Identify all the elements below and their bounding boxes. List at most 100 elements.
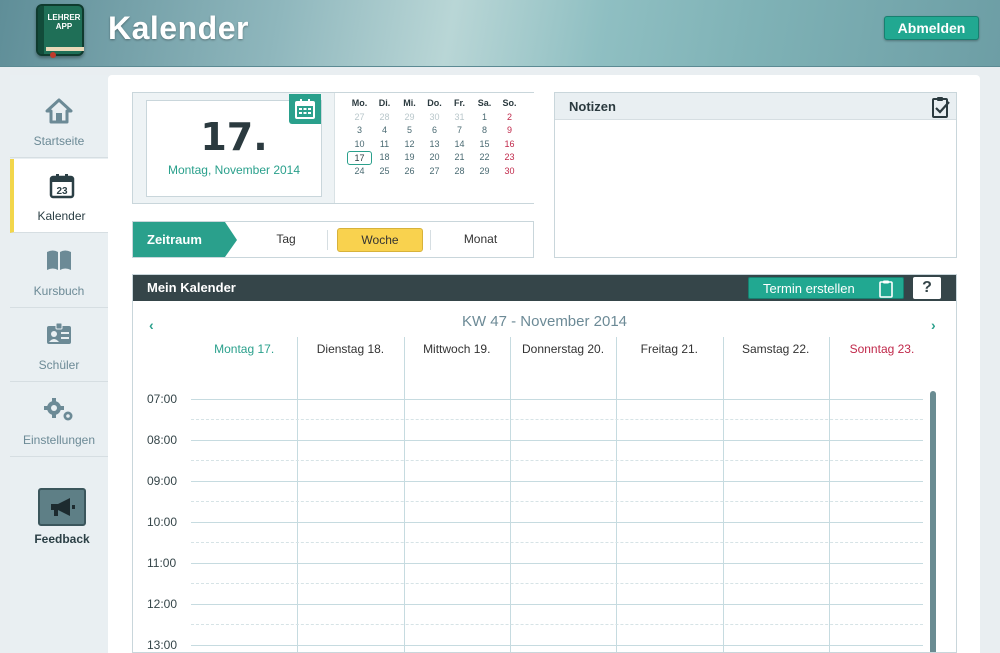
page-title: Kalender [108, 10, 249, 46]
sidebar-item-startseite[interactable]: Startseite [10, 84, 108, 158]
mini-calendar-day[interactable]: 30 [422, 111, 447, 125]
mini-calendar-day[interactable]: 22 [472, 151, 497, 165]
feedback-button[interactable] [38, 488, 86, 526]
hour-label: 11:00 [147, 556, 177, 570]
logout-button[interactable]: Abmelden [884, 16, 979, 40]
hour-line [191, 645, 923, 646]
half-hour-line [191, 583, 923, 584]
clipboard-check-icon[interactable] [932, 96, 950, 118]
mini-calendar-day[interactable]: 13 [422, 138, 447, 152]
mini-calendar-day[interactable]: 5 [397, 124, 422, 138]
hour-line [191, 399, 923, 400]
mini-calendar-day[interactable]: 21 [447, 151, 472, 165]
calendar-scrollbar[interactable] [930, 391, 936, 652]
hour-line [191, 604, 923, 605]
mini-calendar-day[interactable]: 25 [372, 165, 397, 179]
mini-calendar-day[interactable]: 31 [447, 111, 472, 125]
mini-calendar-day[interactable]: 29 [397, 111, 422, 125]
zeitraum-option-tag[interactable]: Tag [251, 222, 321, 257]
help-button[interactable]: ? [913, 277, 941, 299]
gears-icon [44, 398, 73, 421]
zeitraum-arrow [225, 222, 237, 257]
notes-header: Notizen [555, 93, 956, 120]
mini-calendar: Mo. Di. Mi. Do. Fr. Sa. So. 27 28 29 30 31 1 2 3 4 5 6 7 8 9… [334, 93, 534, 203]
sidebar-item-kursbuch[interactable]: Kursbuch [10, 234, 108, 308]
logo-page-edge [46, 47, 84, 51]
mini-calendar-weekday: Sa. [477, 98, 492, 108]
mini-calendar-day[interactable]: 10 [347, 138, 372, 152]
day-header[interactable]: Montag 17. [191, 342, 297, 356]
mini-calendar-day[interactable]: 30 [497, 165, 522, 179]
day-header[interactable]: Dienstag 18. [297, 342, 403, 356]
home-icon [45, 98, 73, 124]
sidebar-item-schueler[interactable]: Schüler [10, 308, 108, 382]
clipboard-icon [879, 280, 893, 298]
create-appointment-button[interactable]: Termin erstellen [748, 277, 904, 299]
mini-calendar-day[interactable]: 9 [497, 124, 522, 138]
day-header[interactable]: Donnerstag 20. [510, 342, 616, 356]
mini-calendar-day[interactable]: 27 [422, 165, 447, 179]
svg-text:23: 23 [56, 186, 68, 197]
logo-spine [38, 6, 44, 54]
create-appointment-label: Termin erstellen [763, 281, 855, 296]
mini-calendar-day[interactable]: 1 [472, 111, 497, 125]
mini-calendar-day[interactable]: 14 [447, 138, 472, 152]
sidebar-item-label: Schüler [38, 358, 80, 372]
mini-calendar-weekday: Fr. [453, 98, 465, 108]
next-week-button[interactable]: › [931, 317, 936, 333]
zeitraum-option-monat[interactable]: Monat [443, 222, 518, 257]
mini-calendar-day[interactable]: 7 [447, 124, 472, 138]
mini-calendar-day[interactable]: 6 [422, 124, 447, 138]
date-picker-button[interactable] [289, 94, 321, 124]
half-hour-line [191, 542, 923, 543]
mini-calendar-day[interactable]: 16 [497, 138, 522, 152]
mini-calendar-day[interactable]: 28 [372, 111, 397, 125]
mini-calendar-day[interactable]: 19 [397, 151, 422, 165]
mini-calendar-day[interactable]: 17 [347, 151, 372, 165]
hour-line [191, 440, 923, 441]
mini-calendar-day[interactable]: 20 [422, 151, 447, 165]
mini-calendar-day[interactable]: 24 [347, 165, 372, 179]
mini-calendar-weekday: So. [502, 98, 517, 108]
mini-calendar-day[interactable]: 2 [497, 111, 522, 125]
day-header[interactable]: Sonntag 23. [829, 342, 935, 356]
hour-label: 12:00 [147, 597, 178, 611]
notes-title: Notizen [569, 99, 616, 114]
date-widget: 17. Montag, November 2014 Mo. Di. Mi. Do. Fr… [132, 92, 534, 204]
day-header[interactable]: Freitag 21. [616, 342, 722, 356]
logo-text: LEHRER APP [47, 13, 81, 31]
mini-calendar-day[interactable]: 28 [447, 165, 472, 179]
sidebar-item-kalender[interactable]: 23 Kalender [10, 159, 109, 233]
hour-label: 07:00 [147, 392, 178, 406]
hour-label: 10:00 [147, 515, 178, 529]
mini-calendar-day[interactable]: 3 [347, 124, 372, 138]
mini-calendar-day[interactable]: 23 [497, 151, 522, 165]
id-card-icon [47, 322, 71, 344]
zeitraum-selector: Zeitraum Tag Woche Monat [132, 221, 534, 258]
mini-calendar-day[interactable]: 27 [347, 111, 372, 125]
mini-calendar-day[interactable]: 26 [397, 165, 422, 179]
hour-label: 09:00 [147, 474, 178, 488]
mini-calendar-day[interactable]: 15 [472, 138, 497, 152]
day-header[interactable]: Mittwoch 19. [404, 342, 510, 356]
sidebar-item-einstellungen[interactable]: Einstellungen [10, 383, 108, 457]
megaphone-icon [51, 498, 75, 516]
week-calendar: Mein Kalender Termin erstellen ? ‹ KW 47… [132, 274, 957, 653]
mini-calendar-day[interactable]: 4 [372, 124, 397, 138]
half-hour-line [191, 460, 923, 461]
app-logo[interactable]: LEHRER APP [36, 4, 84, 58]
logo-bookmark [50, 52, 56, 58]
mini-calendar-day[interactable]: 18 [372, 151, 397, 165]
current-date-text: Montag, November 2014 [167, 163, 301, 177]
mini-calendar-day[interactable]: 12 [397, 138, 422, 152]
mini-calendar-day[interactable]: 11 [372, 138, 397, 152]
mini-calendar-weekday: Mo. [351, 98, 368, 108]
feedback-label[interactable]: Feedback [10, 532, 114, 546]
half-hour-line [191, 624, 923, 625]
hour-line [191, 481, 923, 482]
day-divider [297, 337, 299, 652]
zeitraum-option-woche[interactable]: Woche [337, 228, 423, 252]
mini-calendar-day[interactable]: 29 [472, 165, 497, 179]
day-header[interactable]: Samstag 22. [723, 342, 829, 356]
mini-calendar-day[interactable]: 8 [472, 124, 497, 138]
